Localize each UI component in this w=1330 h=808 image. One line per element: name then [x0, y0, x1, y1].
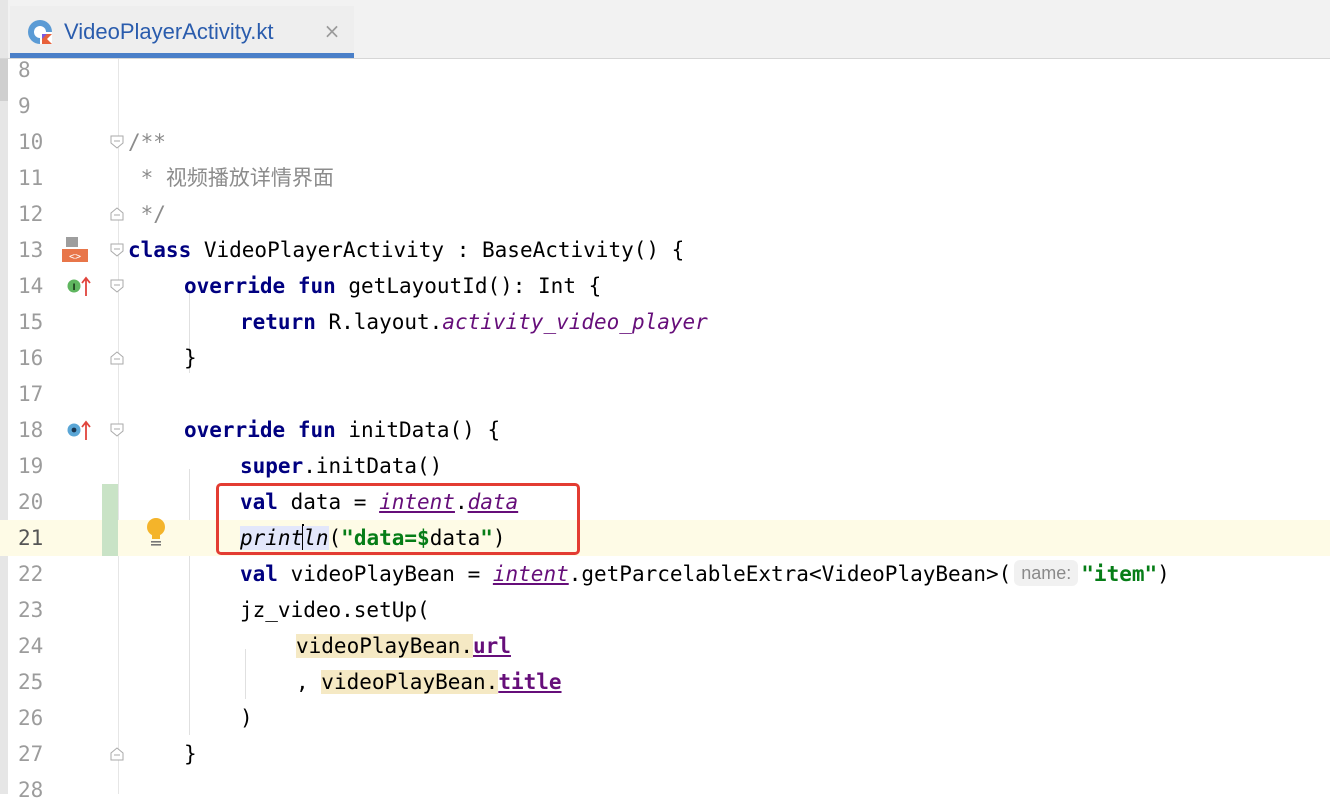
fold-icon[interactable] [110, 243, 124, 257]
code-text: , videoPlayBean.title [296, 670, 562, 694]
line-number: 25 [18, 670, 44, 694]
code-line: 17 [0, 376, 1330, 412]
line-number: 23 [18, 598, 44, 622]
intention-bulb-icon[interactable] [144, 516, 168, 550]
code-line: 24 videoPlayBean.url [0, 628, 1330, 664]
code-line: 19 super.initData() [0, 448, 1330, 484]
code-line: 14 I override fun getLayoutId(): Int { [0, 268, 1330, 304]
code-line: 20 val data = intent.data [0, 484, 1330, 520]
code-text: } [184, 742, 197, 766]
doc-comment: */ [128, 202, 166, 226]
line-number: 22 [18, 562, 44, 586]
code-text: jz_video.setUp( [240, 598, 430, 622]
line-number: 9 [18, 94, 31, 118]
code-text: ) [240, 706, 253, 730]
code-line: 16 } [0, 340, 1330, 376]
fold-icon[interactable] [110, 135, 124, 149]
line-number: 17 [18, 382, 44, 406]
overrides-method-icon[interactable] [66, 420, 92, 442]
code-line: 22 val videoPlayBean = intent.getParcela… [0, 556, 1330, 592]
close-icon[interactable]: × [320, 18, 344, 44]
svg-text:<>: <> [69, 252, 81, 263]
svg-text:I: I [72, 283, 75, 293]
activity-layout-icon[interactable]: <> [60, 235, 90, 265]
code-text: override fun getLayoutId(): Int { [184, 274, 602, 298]
vcs-added-marker[interactable] [102, 520, 118, 556]
kotlin-file-icon [28, 20, 52, 44]
editor-tab-bar: VideoPlayerActivity.kt × [0, 0, 1330, 59]
fold-icon[interactable] [110, 423, 124, 437]
fold-icon[interactable] [110, 279, 124, 293]
fold-end-icon[interactable] [110, 351, 124, 365]
tab-bar-edge [0, 0, 8, 58]
line-number: 26 [18, 706, 44, 730]
code-line: 10 /** [0, 124, 1330, 160]
code-text: videoPlayBean.url [296, 634, 511, 658]
line-number: 16 [18, 346, 44, 370]
code-text: val videoPlayBean = intent.getParcelable… [240, 560, 1170, 586]
code-line: 18 override fun initData() { [0, 412, 1330, 448]
code-line: 15 return R.layout.activity_video_player [0, 304, 1330, 340]
fold-end-icon[interactable] [110, 747, 124, 761]
parameter-hint: name: [1014, 560, 1079, 586]
code-line: 23 jz_video.setUp( [0, 592, 1330, 628]
line-number: 27 [18, 742, 44, 766]
line-number: 10 [18, 130, 44, 154]
code-text: return R.layout.activity_video_player [240, 310, 708, 334]
line-number: 13 [18, 238, 44, 262]
line-number: 24 [18, 634, 44, 658]
code-text: } [184, 346, 197, 370]
highlight-annotation-box [216, 483, 580, 555]
code-line: 25 , videoPlayBean.title [0, 664, 1330, 700]
tab-title: VideoPlayerActivity.kt [64, 19, 274, 44]
doc-comment: * 视频播放详情界面 [128, 166, 334, 190]
code-editor[interactable]: 8 9 10 /** 11 * 视频播放详情界面 12 */ 13 <> cla… [0, 58, 1330, 802]
line-number: 18 [18, 418, 44, 442]
implements-method-icon[interactable]: I [66, 276, 92, 298]
tab-video-player-activity[interactable]: VideoPlayerActivity.kt × [10, 6, 354, 58]
code-line: 8 [0, 52, 1330, 88]
line-number: 15 [18, 310, 44, 334]
code-line: 28 [0, 772, 1330, 808]
code-line-current: 21 println("data=$data") [0, 518, 1330, 556]
line-number: 14 [18, 274, 44, 298]
code-line: 27 } [0, 736, 1330, 772]
vcs-added-marker[interactable] [102, 484, 118, 520]
line-number: 12 [18, 202, 44, 226]
line-number: 11 [18, 166, 44, 190]
line-number: 20 [18, 490, 44, 514]
line-number: 28 [18, 778, 44, 802]
code-line: 9 [0, 88, 1330, 124]
code-text: class VideoPlayerActivity : BaseActivity… [128, 238, 685, 262]
line-number: 8 [18, 58, 31, 82]
code-text: override fun initData() { [184, 418, 501, 442]
line-number: 19 [18, 454, 44, 478]
code-line: 26 ) [0, 700, 1330, 736]
code-text: super.initData() [240, 454, 443, 478]
code-line: 12 */ [0, 196, 1330, 232]
fold-end-icon[interactable] [110, 207, 124, 221]
doc-comment: /** [128, 130, 166, 154]
code-line: 11 * 视频播放详情界面 [0, 160, 1330, 196]
line-number: 21 [18, 526, 44, 550]
code-line: 13 <> class VideoPlayerActivity : BaseAc… [0, 232, 1330, 268]
